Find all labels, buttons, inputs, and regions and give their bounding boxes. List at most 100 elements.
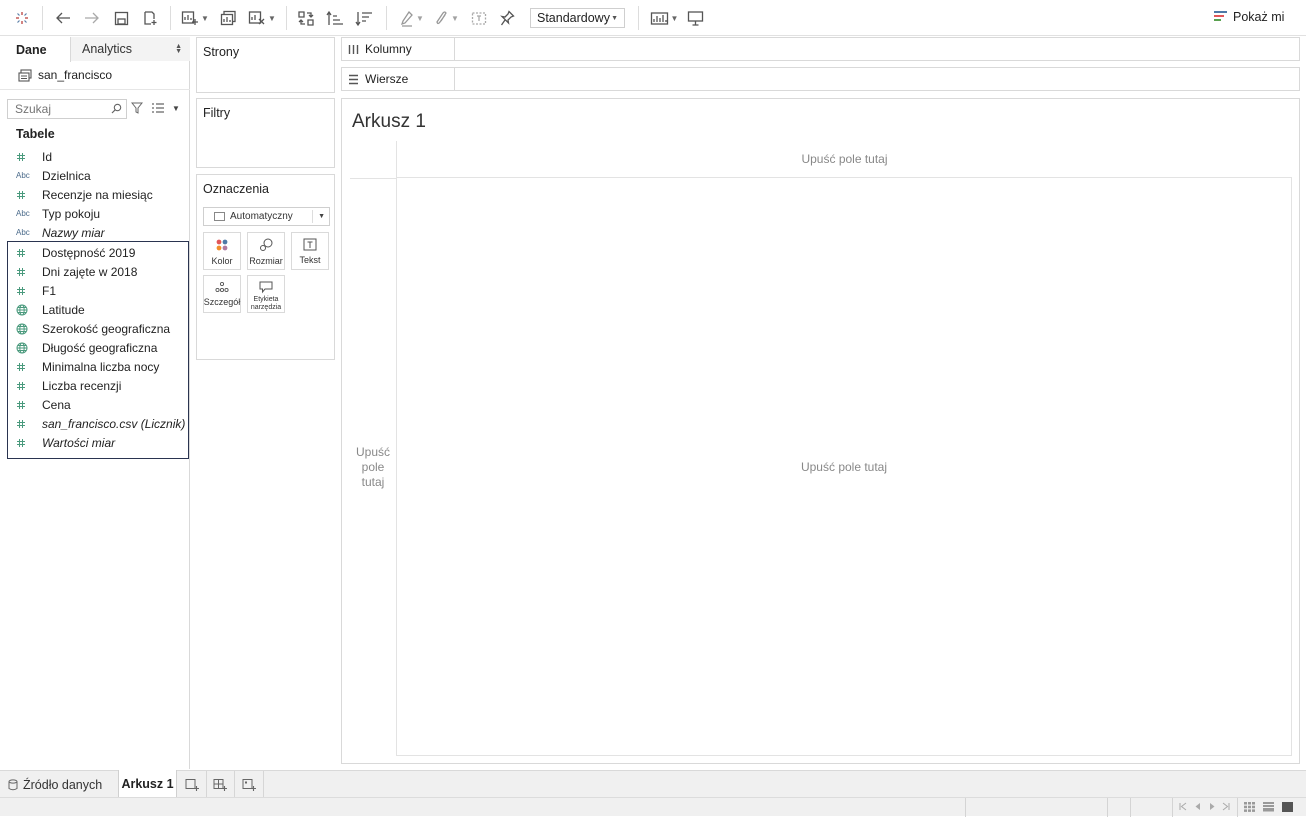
chevron-down-icon: ▼	[611, 15, 618, 22]
pages-card-title: Strony	[203, 45, 240, 59]
detail-button[interactable]: Szczegół	[203, 275, 241, 313]
save-icon[interactable]	[110, 7, 132, 29]
highlight-icon[interactable]: ▼	[396, 7, 428, 29]
fit-select-value: Standardowy	[537, 11, 610, 25]
rows-icon	[349, 74, 358, 84]
field-label: Dzielnica	[42, 168, 91, 183]
drop-zone-rows[interactable]: Upuść pole tutaj	[350, 178, 396, 756]
tab-data[interactable]: Dane	[0, 37, 71, 62]
tooltip-button[interactable]: Etykieta narzędzia	[247, 275, 285, 313]
presentation-icon[interactable]	[684, 7, 706, 29]
field-item[interactable]: Id	[16, 147, 186, 166]
tab-analytics[interactable]: Analytics ▲ ▼	[71, 37, 190, 61]
status-separator	[1130, 798, 1131, 817]
text-button[interactable]: Tekst	[291, 232, 329, 270]
color-label: Kolor	[211, 256, 233, 266]
sheet-sorter-icon[interactable]	[1244, 802, 1255, 812]
rows-shelf[interactable]: Wiersze	[341, 67, 1300, 91]
drop-zone-columns-text: Upuść pole tutaj	[801, 152, 888, 166]
field-label: Nazwy miar	[42, 225, 105, 240]
last-sheet-icon[interactable]	[1222, 802, 1230, 811]
field-item[interactable]: Abc Dzielnica	[16, 166, 186, 185]
datasource-item[interactable]: san_francisco	[18, 68, 112, 82]
drop-zone-main[interactable]: Upuść pole tutaj	[396, 178, 1292, 756]
drop-zone-columns[interactable]: Upuść pole tutaj	[396, 141, 1292, 178]
rows-shelf-label: Wiersze	[342, 68, 455, 90]
rows-label-text: Wiersze	[365, 72, 409, 86]
next-sheet-icon[interactable]	[1208, 802, 1216, 811]
field-label: Typ pokoju	[42, 206, 101, 221]
fit-select[interactable]: Standardowy ▼	[530, 8, 625, 28]
toolbar-separator	[638, 6, 639, 30]
filters-card[interactable]: Filtry	[196, 98, 335, 168]
detail-icon	[215, 281, 229, 293]
text-label: Tekst	[299, 255, 321, 265]
group-icon[interactable]: ▼	[431, 7, 463, 29]
drop-left-line3: tutaj	[361, 475, 385, 489]
toolbar-separator	[42, 6, 43, 30]
mark-type-select[interactable]: Automatyczny ▼	[203, 207, 330, 226]
columns-label-text: Kolumny	[365, 42, 412, 56]
pane-divider	[0, 89, 190, 90]
filmstrip-icon[interactable]	[1263, 802, 1274, 812]
sheet-title[interactable]: Arkusz 1	[352, 111, 426, 133]
clear-sheet-icon[interactable]: ▼	[245, 7, 279, 29]
fit-icon[interactable]: ▼	[648, 7, 680, 29]
toolbar-separator	[170, 6, 171, 30]
string-type-icon: Abc	[16, 209, 42, 218]
select-divider	[312, 210, 313, 223]
tabs-view-icon[interactable]	[1282, 802, 1293, 812]
tooltip-label-line2: narzędzia	[250, 304, 282, 311]
tooltip-label: Etykieta narzędzia	[251, 296, 281, 312]
drop-zone-rows-text: Upuść pole tutaj	[356, 445, 390, 490]
first-sheet-icon[interactable]	[1179, 802, 1187, 811]
toolbar: ▼ ▼ ▼ ▼ Standardowy ▼ ▼ Pokaż mi	[0, 0, 1306, 36]
tab-data-source-label: Źródło danych	[23, 777, 103, 792]
field-item[interactable]: Recenzje na miesiąc	[16, 185, 186, 204]
status-separator	[1172, 798, 1173, 817]
show-me-button[interactable]: Pokaż mi	[1214, 10, 1284, 24]
string-type-icon: Abc	[16, 171, 42, 180]
drop-left-line1: Upuść	[355, 445, 390, 459]
status-separator	[1107, 798, 1108, 817]
field-label: Recenzje na miesiąc	[42, 187, 153, 202]
tab-sheet-1[interactable]: Arkusz 1	[118, 770, 177, 798]
field-item[interactable]: Abc Typ pokoju	[16, 204, 186, 223]
sort-descending-icon[interactable]	[353, 7, 375, 29]
tab-analytics-label: Analytics	[82, 42, 133, 56]
tab-data-source[interactable]: Źródło danych	[0, 771, 102, 798]
mark-type-value: Automatyczny	[230, 211, 293, 222]
chevron-down-icon[interactable]: ▼	[172, 104, 180, 113]
size-label: Rozmiar	[249, 256, 283, 266]
size-button[interactable]: Rozmiar	[247, 232, 285, 270]
labels-icon[interactable]	[468, 7, 490, 29]
filter-icon[interactable]	[131, 102, 143, 114]
number-type-icon	[16, 190, 42, 200]
undo-icon[interactable]	[52, 7, 74, 29]
prev-sheet-icon[interactable]	[1194, 802, 1202, 811]
filters-card-title: Filtry	[203, 106, 231, 120]
new-worksheet-tab-icon[interactable]	[179, 771, 207, 798]
pages-card[interactable]: Strony	[196, 37, 335, 93]
tableau-logo-icon[interactable]	[12, 7, 32, 29]
search-input[interactable]	[7, 99, 127, 119]
redo-icon[interactable]	[81, 7, 103, 29]
show-me-label: Pokaż mi	[1233, 10, 1285, 24]
view-options-icon[interactable]	[152, 103, 164, 113]
new-worksheet-icon[interactable]: ▼	[179, 7, 211, 29]
sort-ascending-icon[interactable]	[324, 7, 346, 29]
collapse-arrows-icon[interactable]: ▲ ▼	[175, 43, 182, 55]
pin-icon[interactable]	[496, 7, 518, 29]
color-button[interactable]: Kolor	[203, 232, 241, 270]
new-story-tab-icon[interactable]	[236, 771, 264, 798]
swap-icon[interactable]	[295, 7, 317, 29]
field-item[interactable]: Abc Nazwy miar	[16, 223, 186, 242]
tooltip-icon	[259, 281, 273, 294]
columns-shelf[interactable]: Kolumny	[341, 37, 1300, 61]
new-dashboard-tab-icon[interactable]	[207, 771, 235, 798]
abc-glyph: Abc	[16, 209, 30, 218]
duplicate-icon[interactable]	[217, 7, 239, 29]
new-datasource-icon[interactable]	[139, 7, 161, 29]
database-icon	[8, 778, 18, 790]
pane-tabs: Dane Analytics ▲ ▼	[0, 37, 190, 62]
